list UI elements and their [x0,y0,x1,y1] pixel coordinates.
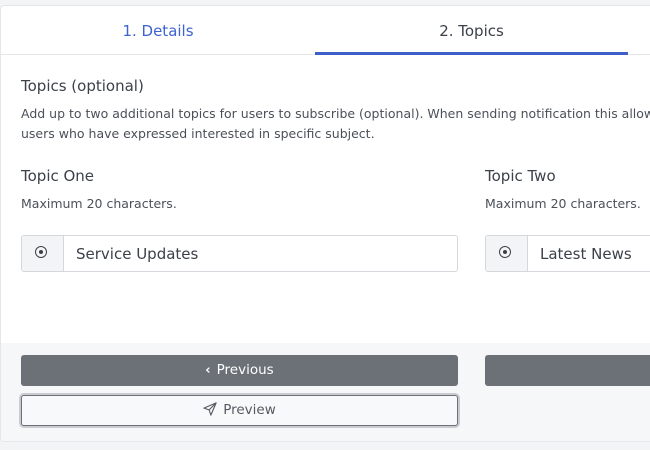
topic-two-input[interactable] [528,236,650,271]
topic-two-label: Topic Two [485,167,556,185]
tab-topics[interactable]: 2. Topics [315,6,628,54]
topic-two-help: Maximum 20 characters. [485,196,641,211]
topic-one-help: Maximum 20 characters. [21,196,177,211]
topic-one-addon [22,236,64,271]
section-description-line-1: Add up to two additional topics for user… [21,106,650,121]
radio-target-icon [499,246,511,258]
topic-one-input-group [21,235,458,272]
preview-button[interactable]: Preview [21,395,458,426]
next-button[interactable] [485,355,650,386]
topic-one-label: Topic One [21,167,95,185]
topic-two-input-group [485,235,650,272]
chevron-left-icon: ‹ [205,363,211,378]
previous-button-label: Previous [216,362,274,378]
active-tab-indicator [315,52,628,55]
radio-target-icon [35,246,47,258]
tab-details[interactable]: 1. Details [1,6,315,54]
previous-button[interactable]: ‹ Previous [21,355,458,386]
wizard-tabs: 1. Details 2. Topics [1,6,650,55]
topic-one-input[interactable] [64,236,457,271]
preview-button-label: Preview [223,402,276,418]
send-paper-plane-icon [203,398,217,427]
topic-two-addon [486,236,528,271]
section-description: Add up to two additional topics for user… [21,104,650,144]
topics-card: 1. Details 2. Topics Topics (optional) A… [0,5,650,442]
section-description-line-2: users who have expressed interested in s… [21,126,375,141]
section-title: Topics (optional) [21,77,144,95]
